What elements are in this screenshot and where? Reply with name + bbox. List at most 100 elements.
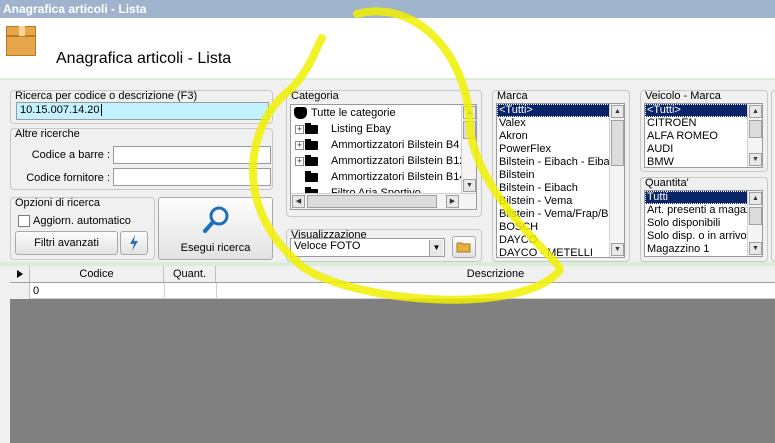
lightning-button[interactable] <box>120 231 148 255</box>
folder-open-icon <box>456 242 471 253</box>
list-item[interactable]: BMW <box>645 156 762 167</box>
search-input[interactable]: 10.15.007.14.20 <box>16 102 269 120</box>
supplier-code-input[interactable] <box>113 168 271 186</box>
tree-root-icon <box>294 107 307 119</box>
tree-item[interactable]: Ammortizzatori Bilstein B14 <box>291 169 476 185</box>
list-item[interactable]: DAYCO <box>497 234 624 247</box>
list-item[interactable]: Magazzino 1 <box>645 243 762 256</box>
row-indicator-header <box>10 266 30 282</box>
cell-divider <box>164 283 165 299</box>
hscroll-thumb[interactable] <box>307 195 437 208</box>
quantity-vscroll[interactable]: ▲ ▼ <box>747 191 762 256</box>
list-item[interactable]: Solo disponibili <box>645 217 762 230</box>
scroll-down-icon[interactable]: ▼ <box>611 243 624 256</box>
barcode-label: Codice a barre : <box>31 149 110 161</box>
window-titlebar: Anagrafica articoli - Lista <box>0 0 775 18</box>
scroll-up-icon[interactable]: ▲ <box>463 106 476 119</box>
category-vscroll[interactable]: ▲ ▼ <box>461 105 476 193</box>
left-margin <box>0 266 10 443</box>
open-folder-button[interactable] <box>452 236 476 258</box>
tree-item-root[interactable]: Tutte le categorie <box>291 105 476 121</box>
category-hscroll[interactable]: ◀ ▶ <box>291 193 476 209</box>
cell-codice[interactable]: 0 <box>33 285 39 297</box>
list-item[interactable]: BOSCH <box>497 221 624 234</box>
list-item[interactable]: PowerFlex <box>497 143 624 156</box>
column-header-descrizione[interactable]: Descrizione <box>216 266 775 282</box>
tree-item-label: Listing Ebay <box>331 123 391 135</box>
list-item[interactable]: Bilstein - Vema <box>497 195 624 208</box>
tree-item[interactable]: + Ammortizzatori Bilstein B4 <box>291 137 476 153</box>
list-item[interactable]: Akron <box>497 130 624 143</box>
quantity-label: Quantita' <box>645 177 689 189</box>
cell-divider <box>216 283 217 299</box>
scroll-down-icon[interactable]: ▼ <box>463 179 476 192</box>
scroll-right-icon[interactable]: ▶ <box>446 195 459 208</box>
scroll-thumb[interactable] <box>611 120 624 166</box>
list-item[interactable]: Bilstein - Eibach <box>497 182 624 195</box>
quantity-list[interactable]: Tutti Art. presenti a magaz Solo disponibi… <box>644 190 763 257</box>
tree-item[interactable]: + Ammortizzatori Bilstein B12 <box>291 153 476 169</box>
expand-icon[interactable]: + <box>295 125 304 134</box>
list-item[interactable]: DAYCO - METELLI <box>497 247 624 257</box>
scroll-down-icon[interactable]: ▼ <box>749 153 762 166</box>
list-item[interactable]: ALFA ROMEO <box>645 130 762 143</box>
folder-icon <box>305 171 318 182</box>
advanced-filters-button[interactable]: Filtri avanzati <box>15 231 118 255</box>
chevron-down-icon[interactable]: ▼ <box>429 240 443 256</box>
list-item[interactable]: Art. presenti a magaz <box>645 204 762 217</box>
view-select[interactable]: Veloce FOTO ▼ <box>290 238 445 257</box>
scroll-thumb[interactable] <box>463 121 476 139</box>
category-label: Categoria <box>291 90 339 102</box>
list-item[interactable]: Solo disp. o in arrivo <box>645 230 762 243</box>
list-item[interactable]: Bilstein <box>497 169 624 182</box>
list-item[interactable]: Bilstein - Eibach - Eibach <box>497 156 624 169</box>
scroll-up-icon[interactable]: ▲ <box>749 105 762 118</box>
auto-update-checkbox[interactable] <box>18 215 30 227</box>
scroll-down-icon[interactable]: ▼ <box>749 242 762 255</box>
scroll-thumb[interactable] <box>749 207 762 225</box>
list-item[interactable]: <Tutti> <box>645 104 762 117</box>
row-pointer-icon <box>16 270 23 278</box>
column-header-quant[interactable]: Quant. <box>164 266 216 282</box>
barcode-input[interactable] <box>113 146 271 164</box>
tree-item-label: Tutte le categorie <box>311 107 396 119</box>
grid-header: Codice Quant. Descrizione <box>10 266 775 283</box>
page-title: Anagrafica articoli - Lista <box>56 50 232 67</box>
grid-empty-area <box>10 299 775 443</box>
supplier-code-label: Codice fornitore : <box>26 172 110 184</box>
brand-list[interactable]: <Tutti> Valex Akron PowerFlex Bilstein - Eib… <box>496 103 625 258</box>
view-select-value: Veloce FOTO <box>294 240 361 252</box>
search-input-value: 10.15.007.14.20 <box>20 104 100 116</box>
folder-icon <box>305 123 318 134</box>
lightning-icon <box>130 235 138 251</box>
list-item[interactable]: Valex <box>497 117 624 130</box>
window-title: Anagrafica articoli - Lista <box>3 2 147 16</box>
tree-item-label: Ammortizzatori Bilstein B12 <box>331 155 466 167</box>
scroll-up-icon[interactable]: ▲ <box>611 105 624 118</box>
extra-group-edge <box>771 90 775 262</box>
expand-icon[interactable]: + <box>295 141 304 150</box>
vehicle-brand-list[interactable]: <Tutti> CITROËN ALFA ROMEO AUDI BMW ▲ ▼ <box>644 103 763 168</box>
folder-icon <box>305 155 318 166</box>
brand-vscroll[interactable]: ▲ ▼ <box>609 104 624 257</box>
execute-search-button[interactable]: Esegui ricerca <box>158 197 273 260</box>
expand-icon[interactable]: + <box>295 157 304 166</box>
vehicle-brand-vscroll[interactable]: ▲ ▼ <box>747 104 762 167</box>
category-tree[interactable]: Tutte le categorie + Listing Ebay + Ammort… <box>290 104 477 210</box>
list-item[interactable]: Tutti <box>645 191 762 204</box>
scroll-up-icon[interactable]: ▲ <box>749 192 762 205</box>
folder-icon <box>305 139 318 150</box>
scroll-left-icon[interactable]: ◀ <box>292 195 305 208</box>
list-item[interactable]: Bilstein - Vema/Frap/Bi <box>497 208 624 221</box>
list-item[interactable]: <Tutti> <box>497 104 624 117</box>
box-icon <box>6 26 36 56</box>
other-search-label: Altre ricerche <box>15 128 80 140</box>
scroll-thumb[interactable] <box>749 120 762 138</box>
list-item[interactable]: CITROËN <box>645 117 762 130</box>
table-row[interactable]: 0 <box>10 283 775 299</box>
column-header-codice[interactable]: Codice <box>30 266 164 282</box>
list-item[interactable]: AUDI <box>645 143 762 156</box>
search-group-label: Ricerca per codice o descrizione (F3) <box>15 90 198 102</box>
brand-label: Marca <box>497 90 528 102</box>
tree-item[interactable]: + Listing Ebay <box>291 121 476 137</box>
